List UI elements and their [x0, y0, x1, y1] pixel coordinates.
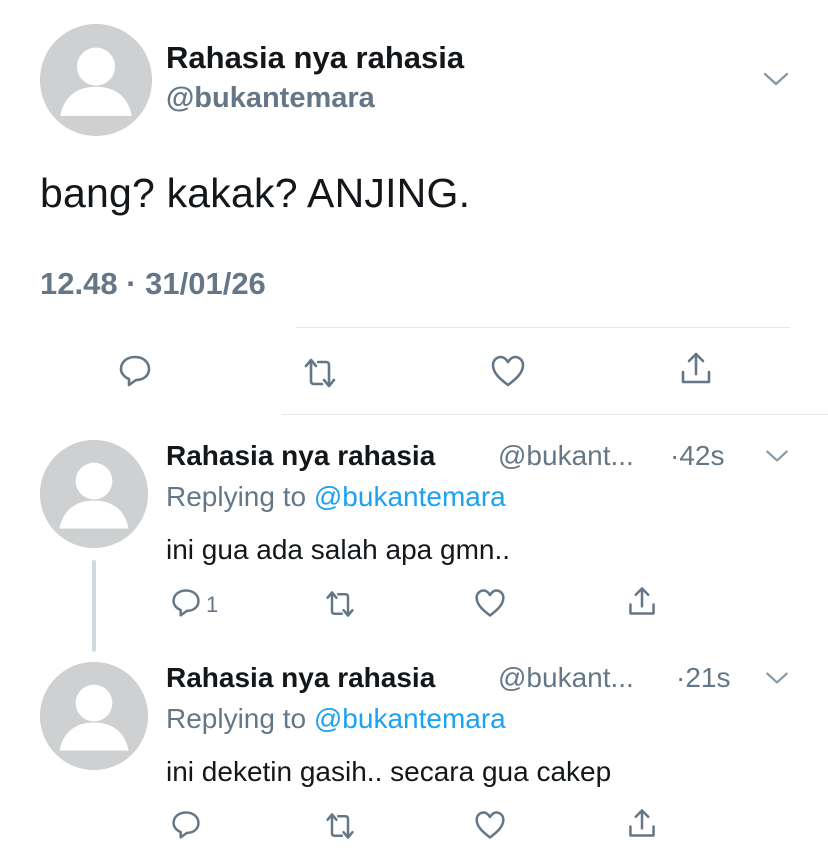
- share-icon[interactable]: [626, 585, 658, 617]
- avatar[interactable]: [40, 662, 148, 770]
- reply-icon[interactable]: [170, 808, 202, 840]
- replying-to-label: Replying to: [166, 481, 314, 512]
- replying-to: Replying to @bukantemara: [166, 481, 506, 513]
- reply-handle[interactable]: @bukant...: [498, 662, 634, 694]
- reply-text: ini deketin gasih.. secara gua cakep: [166, 756, 612, 787]
- chevron-down-icon[interactable]: [764, 670, 790, 686]
- reply-icon[interactable]: [170, 586, 202, 618]
- retweet-icon[interactable]: [324, 810, 356, 842]
- avatar[interactable]: [40, 24, 152, 136]
- reply-handle[interactable]: @bukant...: [498, 440, 634, 472]
- share-icon[interactable]: [626, 807, 658, 839]
- default-avatar-icon: [40, 24, 152, 136]
- tweet-text: bang? kakak? ANJING.: [40, 170, 471, 216]
- replying-to-mention[interactable]: @bukantemara: [314, 703, 506, 734]
- chevron-down-icon[interactable]: [764, 448, 790, 464]
- retweet-icon[interactable]: [324, 588, 356, 620]
- share-icon[interactable]: [678, 350, 714, 386]
- avatar[interactable]: [40, 440, 148, 548]
- heart-icon[interactable]: [490, 353, 526, 389]
- author-name[interactable]: Rahasia nya rahasia: [166, 40, 464, 76]
- reply-count: 1: [206, 592, 219, 617]
- heart-icon[interactable]: [474, 587, 506, 619]
- replying-to-mention[interactable]: @bukantemara: [314, 481, 506, 512]
- reply-icon[interactable]: [117, 352, 153, 388]
- default-avatar-icon: [40, 440, 148, 548]
- replying-to-label: Replying to: [166, 703, 314, 734]
- divider: [296, 327, 790, 328]
- tweet-timestamp[interactable]: 12.48 · 31/01/26: [40, 266, 266, 302]
- divider: [282, 414, 828, 415]
- replying-to: Replying to @bukantemara: [166, 703, 506, 735]
- reply-age: ·42s: [670, 440, 725, 471]
- author-handle[interactable]: @bukantemara: [166, 82, 375, 115]
- default-avatar-icon: [40, 662, 148, 770]
- reply-age: ·21s: [676, 662, 731, 693]
- heart-icon[interactable]: [474, 809, 506, 841]
- thread-connector: [92, 560, 96, 652]
- reply-author-name[interactable]: Rahasia nya rahasia: [166, 662, 435, 694]
- retweet-icon[interactable]: [302, 355, 338, 391]
- reply-author-name[interactable]: Rahasia nya rahasia: [166, 440, 435, 472]
- reply-text: ini gua ada salah apa gmn..: [166, 534, 511, 565]
- chevron-down-icon[interactable]: [762, 70, 790, 88]
